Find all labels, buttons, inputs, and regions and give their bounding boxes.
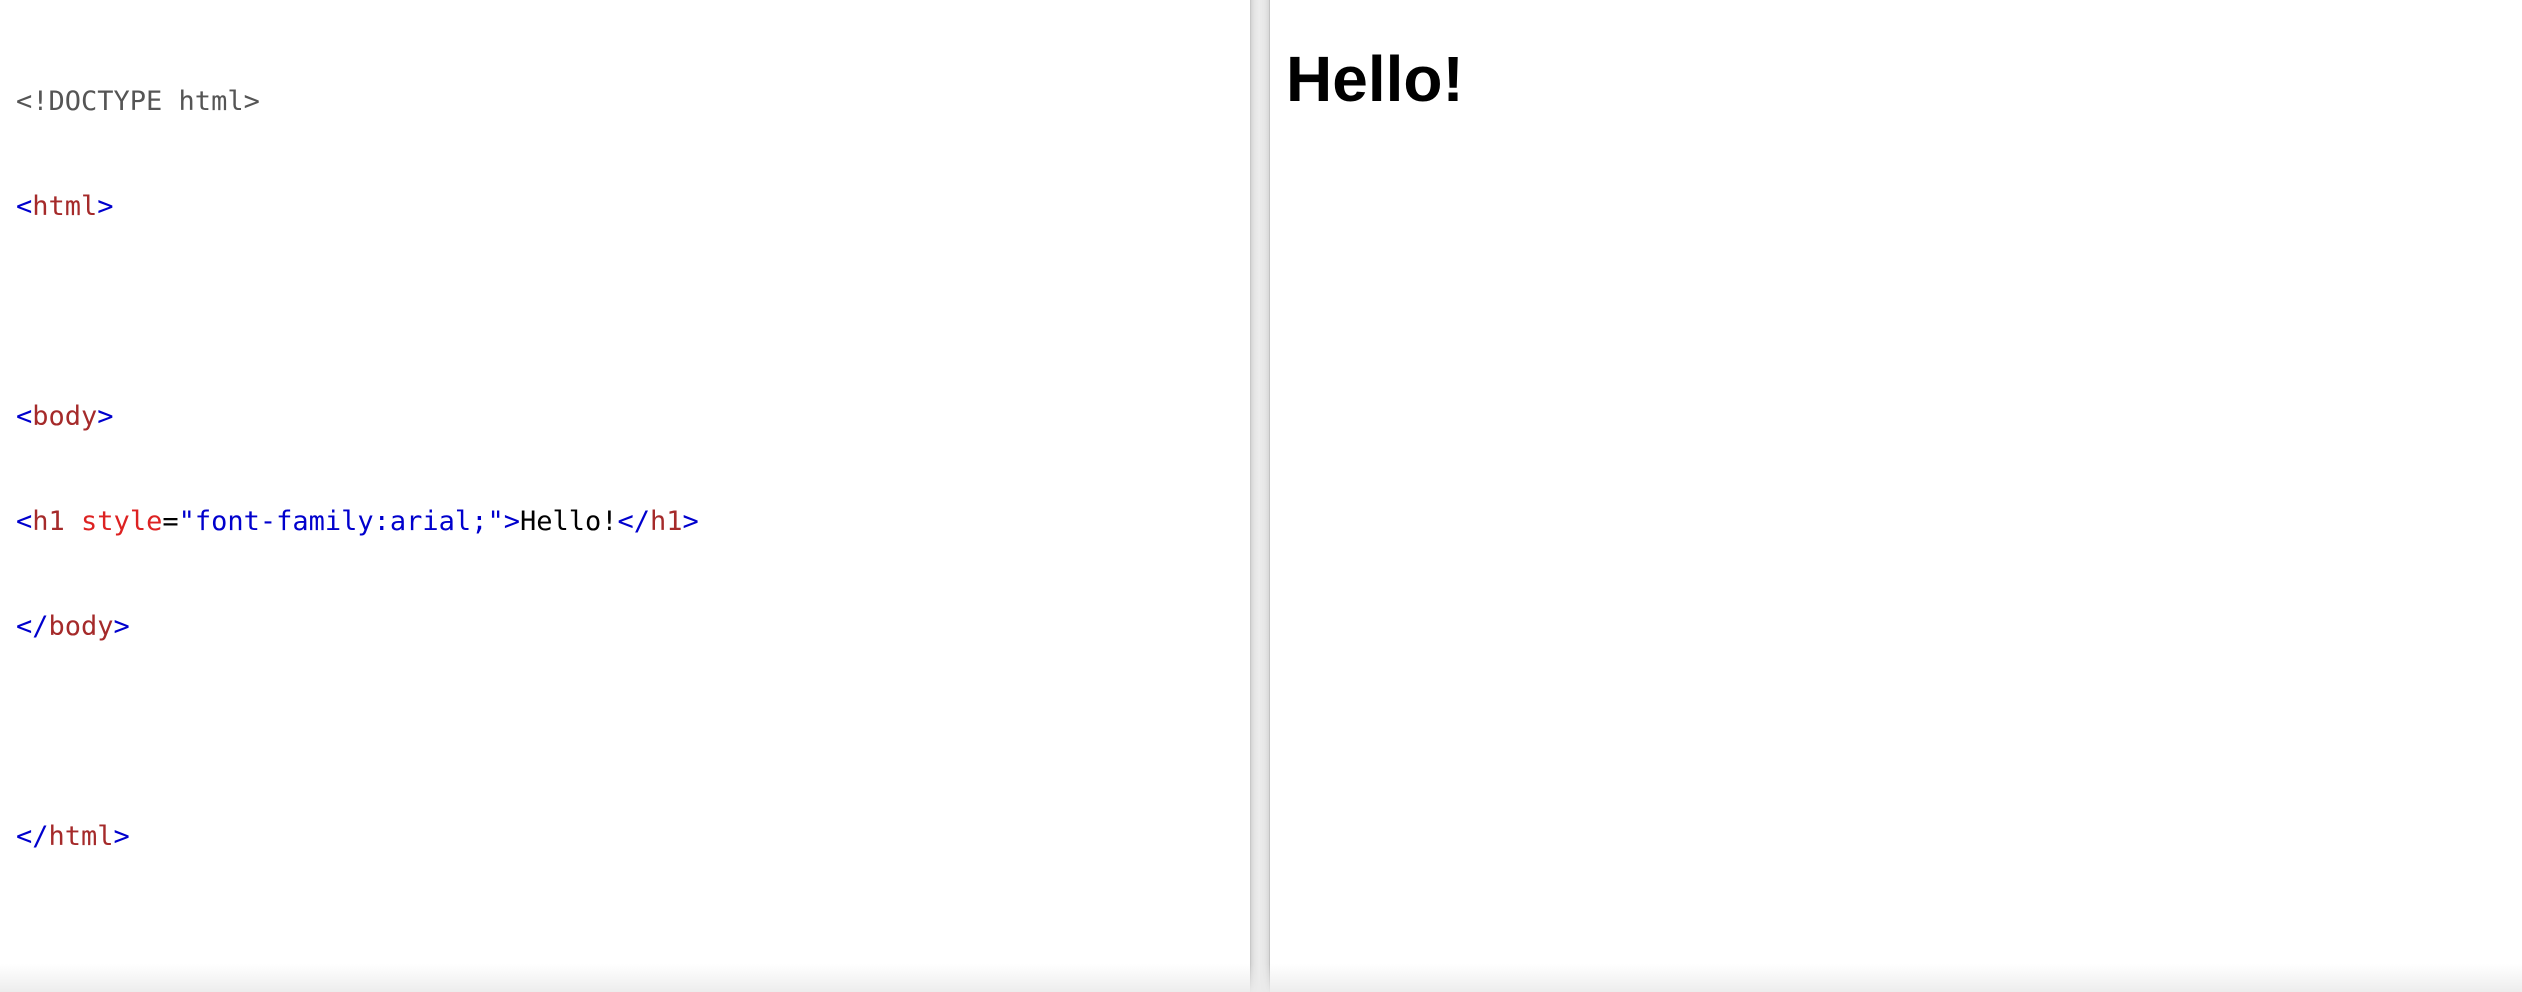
bracket-token: < (16, 191, 33, 222)
bracket-token: > (97, 401, 114, 432)
bracket-token: > (113, 821, 130, 852)
code-line-doctype: <!DOCTYPE html> (16, 84, 699, 119)
tag-token: html (48, 821, 114, 852)
attribute-value-token: "font-family:arial;" (178, 506, 504, 537)
attribute-token: style (81, 506, 163, 537)
bracket-token: > (682, 506, 699, 537)
text-token: Hello! (519, 506, 618, 537)
bracket-token: </ (617, 506, 651, 537)
bracket-token: > (97, 191, 114, 222)
bracket-token: > (503, 506, 520, 537)
code-editor[interactable]: <!DOCTYPE html> <html> <body> <h1 style=… (16, 14, 699, 924)
code-line-body-close: </body> (16, 609, 699, 644)
code-line-body-open: <body> (16, 399, 699, 434)
result-preview-pane: Hello! (1270, 0, 2522, 992)
code-line-html-open: <html> (16, 189, 699, 224)
tag-token: h1 (32, 506, 65, 537)
tag-token: body (32, 401, 98, 432)
code-editor-pane[interactable]: <!DOCTYPE html> <html> <body> <h1 style=… (0, 0, 1250, 992)
bracket-token: </ (16, 611, 49, 642)
tag-token: body (48, 611, 114, 642)
bracket-token: < (16, 506, 33, 537)
code-line-h1: <h1 style="font-family:arial;">Hello!</h… (16, 504, 699, 539)
bracket-token: </ (16, 821, 49, 852)
code-line-html-close: </html> (16, 819, 699, 854)
bracket-token: < (16, 401, 33, 432)
tag-token: h1 (650, 506, 683, 537)
preview-heading: Hello! (1286, 43, 1464, 115)
pane-splitter[interactable] (1250, 0, 1270, 992)
doctype-token: <!DOCTYPE html> (16, 86, 260, 117)
tag-token: html (32, 191, 98, 222)
equals-token: = (162, 506, 179, 537)
bracket-token: > (113, 611, 130, 642)
tryit-workspace: <!DOCTYPE html> <html> <body> <h1 style=… (0, 0, 2522, 992)
